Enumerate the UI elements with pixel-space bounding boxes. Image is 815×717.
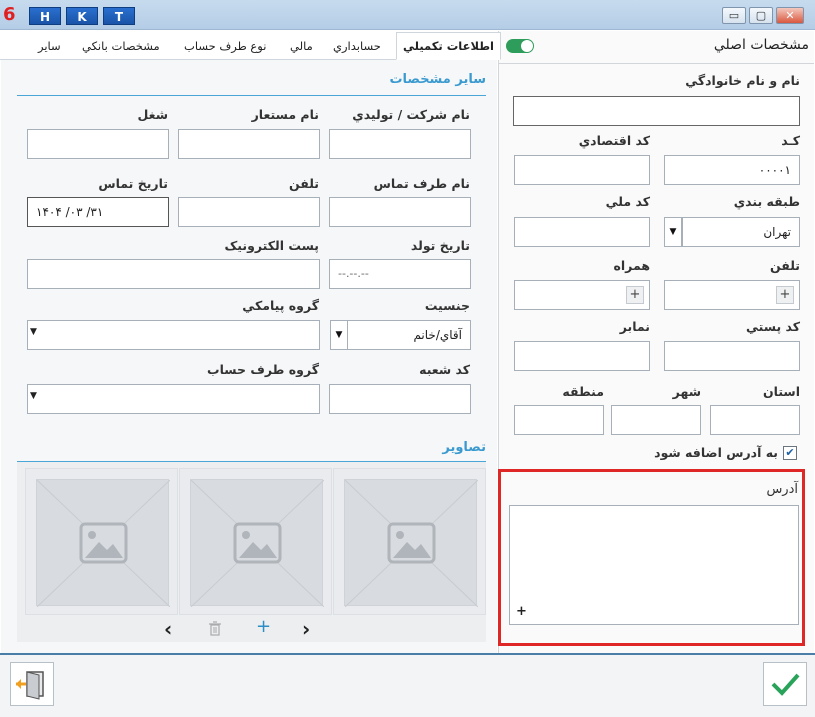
fax-input[interactable] — [514, 341, 650, 371]
minimize-button[interactable]: ▭ — [722, 7, 746, 24]
image-slot-2[interactable] — [179, 468, 332, 615]
contact-date-input[interactable]: ۱۴۰۴ /۰۳ /۳۱ — [27, 197, 169, 227]
image-slot-3[interactable] — [25, 468, 178, 615]
section-divider — [17, 95, 486, 96]
image-prev-icon[interactable]: ‹ — [164, 619, 172, 639]
contact-date-label: تاريخ تماس — [98, 176, 168, 191]
close-button[interactable]: ✕ — [776, 7, 804, 24]
code-label: کـد — [781, 133, 800, 148]
tab-other[interactable]: ساير — [38, 36, 61, 58]
tab-financial[interactable]: مالي — [290, 36, 313, 58]
region-input[interactable] — [514, 405, 604, 435]
tab-accounting[interactable]: حسابداري — [333, 36, 381, 58]
exit-button[interactable] — [10, 662, 54, 706]
image-placeholder-icon — [37, 480, 170, 607]
economic-code-input[interactable] — [514, 155, 650, 185]
full-name-label: نام و نام خانوادگي — [685, 73, 800, 88]
birth-date-label: تاريخ تولد — [410, 238, 470, 253]
national-code-label: کد ملي — [605, 194, 650, 209]
city-label: شهر — [672, 384, 701, 399]
alias-label: نام مستعار — [251, 107, 319, 122]
image-placeholder-icon — [191, 480, 324, 607]
add-mobile-icon[interactable]: + — [626, 286, 644, 304]
job-label: شغل — [137, 107, 168, 122]
right-divider — [499, 63, 814, 64]
toggle-switch[interactable] — [506, 39, 534, 53]
branch-code-input[interactable] — [329, 384, 471, 414]
image-next-icon[interactable]: › — [302, 619, 310, 639]
alias-input[interactable] — [178, 129, 320, 159]
h-button[interactable]: H — [29, 7, 61, 25]
province-label: استان — [762, 384, 800, 399]
bottom-bar — [0, 653, 815, 717]
k-button[interactable]: K — [66, 7, 98, 25]
add-address-icon[interactable]: + — [516, 604, 527, 619]
category-dropdown-arrow[interactable]: ▼ — [664, 217, 682, 247]
sms-group-select[interactable] — [27, 320, 320, 350]
app-logo: 6 — [3, 4, 16, 25]
mobile-label: همراه — [613, 258, 651, 273]
left-phone-label: تلفن — [288, 176, 319, 191]
gender-label: جنسيت — [424, 298, 470, 313]
sms-group-label: گروه پيامکي — [242, 298, 319, 313]
image-placeholder-icon — [345, 480, 478, 607]
city-input[interactable] — [611, 405, 701, 435]
postal-code-label: کد پستي — [745, 319, 800, 334]
province-input[interactable] — [710, 405, 800, 435]
postal-code-input[interactable] — [664, 341, 800, 371]
email-input[interactable] — [27, 259, 320, 289]
contact-name-label: نام طرف تماس — [373, 176, 470, 191]
fax-label: نمابر — [619, 319, 650, 334]
economic-code-label: کد اقتصادي — [578, 133, 650, 148]
category-select[interactable]: تهران — [682, 217, 800, 247]
other-details-heading: ساير مشخصات — [389, 72, 486, 87]
account-group-label: گروه طرف حساب — [207, 362, 319, 377]
address-textarea[interactable] — [509, 505, 799, 625]
national-code-input[interactable] — [514, 217, 650, 247]
company-input[interactable] — [329, 129, 471, 159]
chevron-down-icon[interactable]: ▼ — [30, 327, 37, 337]
left-phone-input[interactable] — [178, 197, 320, 227]
exit-icon — [16, 671, 44, 700]
confirm-button[interactable] — [763, 662, 807, 706]
add-to-address-label: به آدرس اضافه شود — [654, 445, 778, 460]
contact-name-input[interactable] — [329, 197, 471, 227]
account-group-select[interactable] — [27, 384, 320, 414]
image-slot-1[interactable] — [333, 468, 486, 615]
main-details-title: مشخصات اصلي — [713, 37, 809, 53]
add-to-address-checkbox[interactable]: ✔ — [783, 446, 797, 460]
branch-code-label: کد شعبه — [419, 362, 470, 377]
code-input[interactable]: ۰۰۰۰۱ — [664, 155, 800, 185]
gender-dropdown-arrow[interactable]: ▼ — [330, 320, 348, 350]
tab-account-type[interactable]: نوع طرف حساب — [184, 36, 266, 58]
tab-additional-info[interactable]: اطلاعات تکميلي — [396, 32, 501, 60]
add-phone-icon[interactable]: + — [776, 286, 794, 304]
address-label: آدرس — [766, 482, 798, 497]
birth-date-input[interactable]: --.--.-- — [329, 259, 471, 289]
right-phone-label: تلفن — [769, 258, 800, 273]
image-add-icon[interactable]: + — [256, 617, 271, 637]
email-label: پست الکترونيک — [224, 238, 320, 253]
category-label: طبقه بندي — [733, 194, 800, 209]
gender-select[interactable]: آقاي/خانم — [347, 320, 471, 350]
maximize-button[interactable]: ▢ — [749, 7, 773, 24]
company-label: نام شرکت / توليدي — [352, 107, 470, 122]
region-label: منطقه — [562, 384, 604, 399]
full-name-input[interactable] — [513, 96, 800, 126]
image-delete-icon[interactable] — [208, 621, 222, 640]
chevron-down-icon[interactable]: ▼ — [30, 391, 37, 401]
job-input[interactable] — [27, 129, 169, 159]
tab-bank-details[interactable]: مشخصات بانکي — [82, 36, 160, 58]
images-heading: تصاوير — [442, 440, 486, 455]
t-button[interactable]: T — [103, 7, 135, 25]
checkmark-icon — [771, 673, 800, 696]
